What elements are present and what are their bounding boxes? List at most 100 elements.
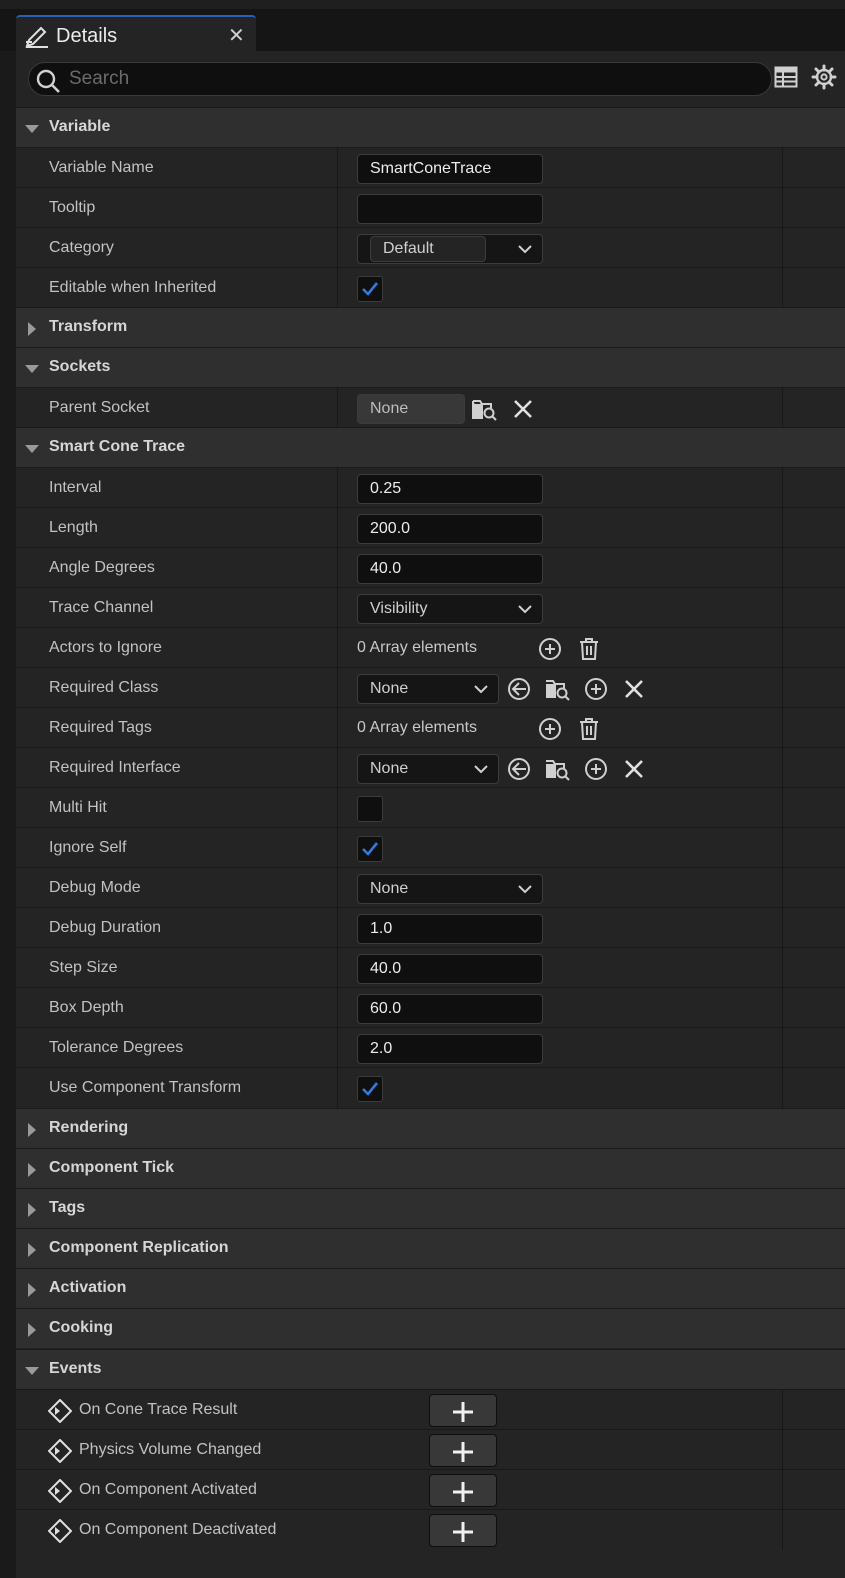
property-trace-channel: Trace Channel Visibility — [16, 587, 845, 628]
property-step-size: Step Size 40.0 — [16, 947, 845, 988]
chevron-down-icon — [474, 685, 488, 694]
tooltip-field[interactable] — [357, 194, 543, 224]
use-selected-arrow-icon[interactable] — [506, 756, 532, 782]
variable-name-field[interactable]: SmartConeTrace — [357, 154, 543, 184]
category-rendering[interactable]: Rendering — [16, 1108, 845, 1148]
clear-x-icon[interactable] — [621, 676, 647, 702]
add-event-button[interactable] — [429, 1434, 497, 1467]
folder-search-icon[interactable] — [544, 756, 570, 782]
category-component-replication[interactable]: Component Replication — [16, 1228, 845, 1268]
search-input[interactable] — [69, 66, 759, 92]
required-class-picker[interactable]: None — [357, 674, 499, 704]
trace-channel-dropdown[interactable]: Visibility — [357, 594, 543, 624]
trash-icon[interactable] — [576, 636, 602, 662]
required-interface-picker[interactable]: None — [357, 754, 499, 784]
use-selected-arrow-icon[interactable] — [506, 676, 532, 702]
event-row: Physics Volume Changed — [16, 1429, 845, 1470]
chevron-down-icon — [518, 605, 532, 614]
tolerance-degrees-field[interactable]: 2.0 — [357, 1034, 543, 1064]
ignore-self-checkbox[interactable] — [357, 836, 383, 862]
plus-icon — [453, 1482, 473, 1502]
collapsed-arrow-icon — [28, 1203, 36, 1217]
property-use-component-transform: Use Component Transform — [16, 1067, 845, 1108]
length-field[interactable]: 200.0 — [357, 514, 543, 544]
property-label: Step Size — [49, 959, 118, 976]
category-component-tick[interactable]: Component Tick — [16, 1148, 845, 1188]
category-label: Events — [49, 1360, 102, 1377]
property-required-interface: Required Interface None — [16, 747, 845, 788]
debug-duration-field[interactable]: 1.0 — [357, 914, 543, 944]
clear-x-icon[interactable] — [510, 396, 536, 422]
category-value[interactable]: Default — [370, 236, 486, 262]
chevron-down-icon — [518, 245, 532, 254]
property-label: Use Component Transform — [49, 1079, 242, 1096]
tab-details[interactable]: Details ✕ — [16, 15, 256, 55]
property-ignore-self: Ignore Self — [16, 827, 845, 868]
add-element-icon[interactable] — [537, 716, 563, 742]
category-sockets[interactable]: Sockets — [16, 347, 845, 387]
gear-icon[interactable] — [811, 64, 837, 95]
trash-icon[interactable] — [576, 716, 602, 742]
table-view-icon[interactable] — [774, 66, 798, 93]
property-label: Editable when Inherited — [49, 279, 217, 296]
multi-hit-checkbox[interactable] — [357, 796, 383, 822]
property-label: Angle Degrees — [49, 559, 155, 576]
category-combo[interactable]: Default — [357, 234, 543, 264]
collapsed-arrow-icon — [28, 322, 36, 336]
collapsed-arrow-icon — [28, 1163, 36, 1177]
add-element-icon[interactable] — [583, 756, 609, 782]
folder-search-icon[interactable] — [471, 396, 497, 422]
property-label: Length — [49, 519, 98, 536]
box-depth-field[interactable]: 60.0 — [357, 994, 543, 1024]
category-label: Variable — [49, 118, 111, 135]
property-editable-inherited: Editable when Inherited — [16, 267, 845, 308]
event-row: On Component Deactivated — [16, 1509, 845, 1550]
property-label: Parent Socket — [49, 399, 150, 416]
property-label: Variable Name — [49, 159, 154, 176]
use-component-transform-checkbox[interactable] — [357, 1076, 383, 1102]
property-length: Length 200.0 — [16, 507, 845, 548]
add-element-icon[interactable] — [537, 636, 563, 662]
property-required-class: Required Class None — [16, 667, 845, 708]
editable-inherited-checkbox[interactable] — [357, 276, 383, 302]
category-label: Tags — [49, 1199, 86, 1216]
collapsed-arrow-icon — [28, 1123, 36, 1137]
plus-icon — [453, 1522, 473, 1542]
left-gutter — [0, 9, 17, 1578]
tab-row: Details ✕ — [0, 9, 845, 55]
add-element-icon[interactable] — [583, 676, 609, 702]
check-icon — [362, 842, 379, 856]
angle-degrees-field[interactable]: 40.0 — [357, 554, 543, 584]
category-cooking[interactable]: Cooking — [16, 1308, 845, 1348]
property-label: Debug Mode — [49, 879, 141, 896]
event-label: On Component Activated — [79, 1481, 257, 1498]
category-variable[interactable]: Variable — [16, 107, 845, 147]
clear-x-icon[interactable] — [621, 756, 647, 782]
add-event-button[interactable] — [429, 1514, 497, 1547]
step-size-field[interactable]: 40.0 — [357, 954, 543, 984]
category-transform[interactable]: Transform — [16, 307, 845, 347]
property-angle-degrees: Angle Degrees 40.0 — [16, 547, 845, 588]
property-label: Category — [49, 239, 114, 256]
category-tags[interactable]: Tags — [16, 1188, 845, 1228]
category-activation[interactable]: Activation — [16, 1268, 845, 1308]
search-box[interactable] — [28, 62, 772, 96]
chevron-down-icon — [518, 885, 532, 894]
property-label: Interval — [49, 479, 102, 496]
category-label: Transform — [49, 318, 128, 335]
category-smart-cone-trace[interactable]: Smart Cone Trace — [16, 427, 845, 467]
property-label: Required Tags — [49, 719, 152, 736]
parent-socket-field[interactable]: None — [357, 394, 465, 424]
category-events[interactable]: Events — [16, 1349, 845, 1389]
close-icon[interactable]: ✕ — [228, 23, 245, 48]
property-tooltip: Tooltip — [16, 187, 845, 228]
property-parent-socket: Parent Socket None — [16, 387, 845, 428]
event-label: Physics Volume Changed — [79, 1441, 262, 1458]
add-event-button[interactable] — [429, 1474, 497, 1507]
category-label: Cooking — [49, 1319, 113, 1336]
folder-search-icon[interactable] — [544, 676, 570, 702]
expanded-arrow-icon — [25, 1367, 39, 1375]
debug-mode-dropdown[interactable]: None — [357, 874, 543, 904]
add-event-button[interactable] — [429, 1394, 497, 1427]
interval-field[interactable]: 0.25 — [357, 474, 543, 504]
